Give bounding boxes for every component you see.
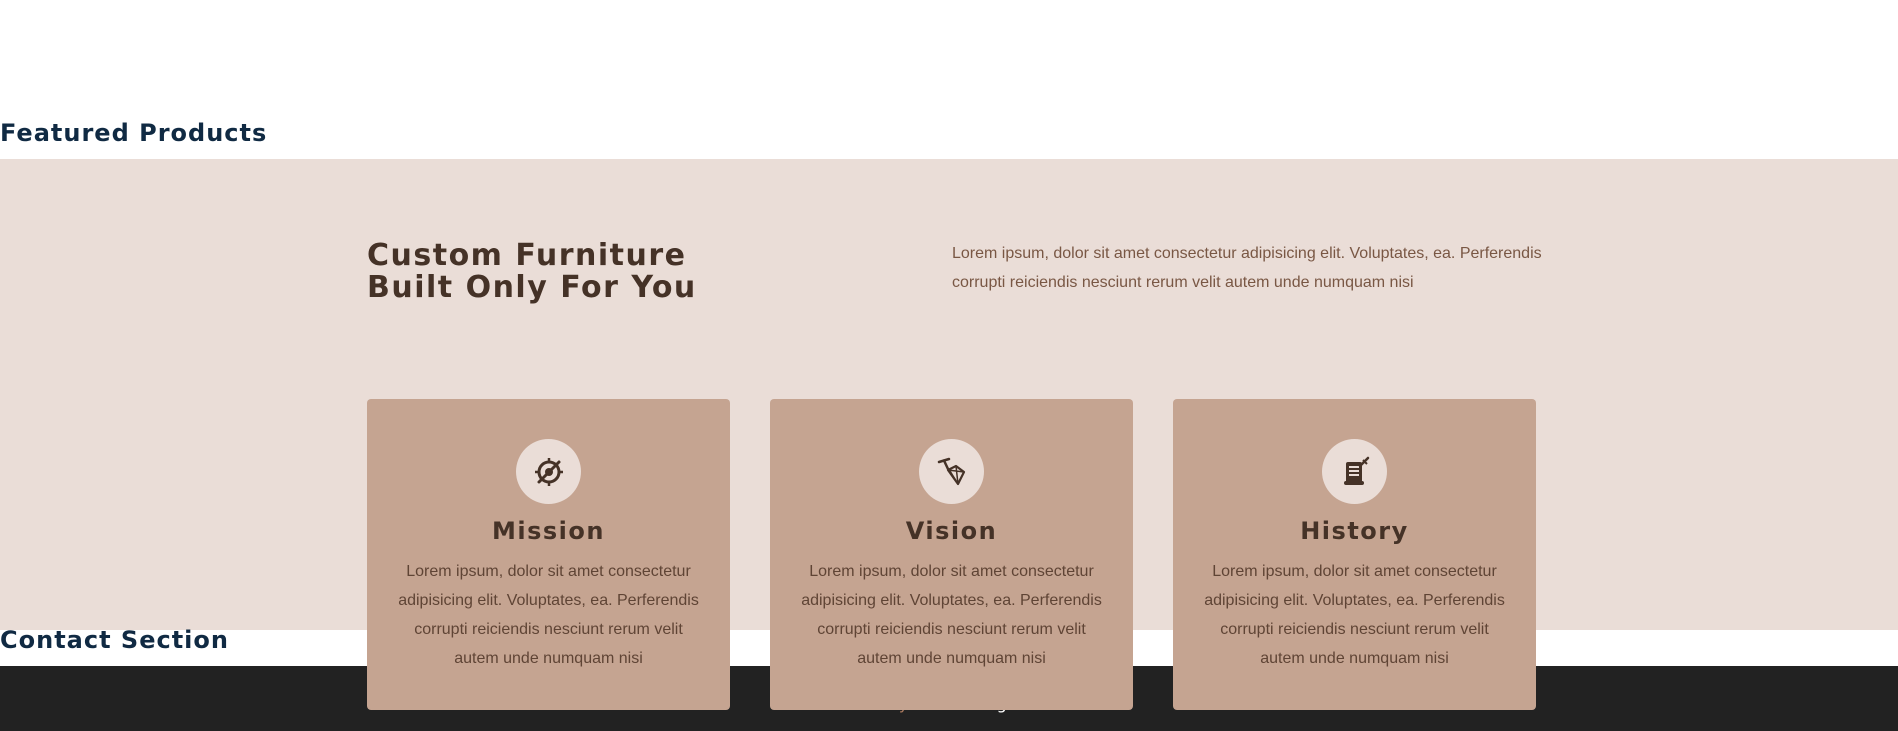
mission-card-text: Lorem ipsum, dolor sit amet consectetur … — [398, 563, 699, 667]
contact-section-heading: Contact Section — [0, 626, 229, 654]
mission-card: Mission Lorem ipsum, dolor sit amet cons… — [367, 399, 730, 710]
vision-card-title: Vision — [905, 517, 998, 545]
diamond-icon — [919, 439, 984, 504]
about-title-line-1: Custom Furniture — [367, 238, 687, 273]
featured-products-heading: Featured Products — [0, 119, 268, 147]
mission-card-title: Mission — [492, 517, 605, 545]
scroll-icon — [1322, 439, 1387, 504]
about-title: Custom Furniture Built Only For You — [367, 240, 707, 304]
compass-icon — [516, 439, 581, 504]
history-card-title: History — [1300, 517, 1409, 545]
about-title-line-2: Built Only For You — [367, 270, 697, 305]
about-intro-text: Lorem ipsum, dolor sit amet consectetur … — [952, 245, 1542, 291]
history-card-text: Lorem ipsum, dolor sit amet consectetur … — [1204, 563, 1505, 667]
vision-card: Vision Lorem ipsum, dolor sit amet conse… — [770, 399, 1133, 710]
vision-card-text: Lorem ipsum, dolor sit amet consectetur … — [801, 563, 1102, 667]
history-card: History Lorem ipsum, dolor sit amet cons… — [1173, 399, 1536, 710]
